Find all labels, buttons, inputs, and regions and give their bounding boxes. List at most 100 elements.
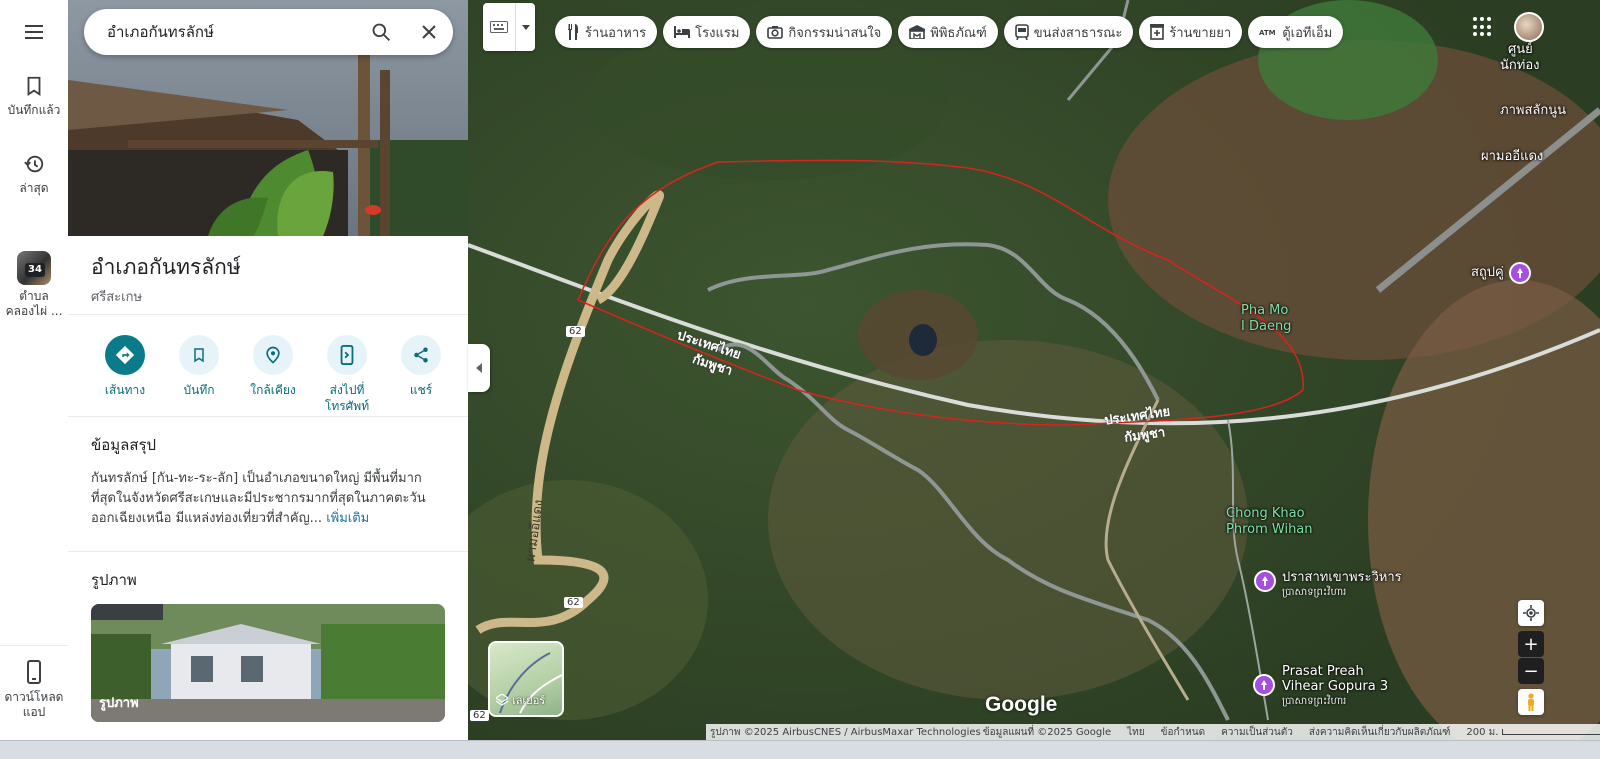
directions-button[interactable]: เส้นทาง — [88, 335, 162, 414]
close-icon — [422, 25, 436, 39]
share-icon — [414, 347, 428, 363]
recent-button[interactable]: ล่าสุด — [0, 153, 68, 196]
map-label-pha-mo-2[interactable]: I Daeng — [1241, 319, 1291, 334]
share-button[interactable]: แชร์ — [384, 335, 458, 414]
stupa-label[interactable]: สถูปคู่ — [1471, 265, 1504, 280]
prasat-poi-marker[interactable] — [1254, 570, 1276, 592]
download-app-button[interactable]: ดาวน์โหลด แอป — [0, 660, 68, 720]
zoom-out-button[interactable]: − — [1518, 658, 1544, 684]
restaurant-icon — [568, 24, 578, 40]
download-label-2: แอป — [22, 705, 46, 719]
my-location-button[interactable] — [1518, 600, 1544, 626]
gopura-label[interactable]: Prasat Preah Vihear Gopura 3 ប្រាសាទព្រះ… — [1282, 664, 1388, 709]
street-view-pegman[interactable] — [1518, 689, 1544, 715]
share-label: แชร์ — [409, 383, 433, 397]
saved-button[interactable]: บันทึกแล้ว — [0, 75, 68, 118]
map-label-top-right-2[interactable]: นักท่อง — [1500, 54, 1539, 75]
input-tools-button[interactable] — [483, 3, 535, 51]
chip-pharmacies[interactable]: ร้านขายยา — [1139, 16, 1243, 48]
search-box[interactable]: อำเภอกันทรลักษ์ — [84, 9, 453, 55]
divider — [68, 314, 468, 315]
recent-place-label-1: ตำบล — [19, 289, 49, 303]
map-label-chong-khao-2[interactable]: Phrom Wihan — [1226, 522, 1313, 537]
chip-restaurants[interactable]: ร้านอาหาร — [555, 16, 658, 48]
chip-transit[interactable]: ขนส่งสาธารณะ — [1003, 16, 1134, 48]
feedback-link[interactable]: ส่งความคิดเห็นเกี่ยวกับผลิตภัณฑ์ — [1309, 725, 1451, 740]
landmark-icon — [1262, 576, 1268, 586]
send-to-phone-label-2: โทรศัพท์ — [324, 399, 370, 413]
chip-label: ตู้เอทีเอ็ม — [1282, 25, 1333, 41]
side-rail: บันทึกแล้ว ล่าสุด 34 ตำบล คลองไผ่ ... ดา… — [0, 0, 69, 758]
country-link[interactable]: ไทย — [1127, 725, 1144, 740]
hero-photo[interactable]: อำเภอกันทรลักษ์ — [68, 0, 468, 236]
summary-text: กันทรลักษ์ [กัน-ทะ-ระ-ลัก] เป็นอำเภอขนาด… — [91, 469, 445, 529]
scale-bar[interactable]: 200 ม. — [1466, 725, 1600, 740]
map-label-pha-mo-1[interactable]: Pha Mo — [1241, 303, 1288, 318]
phone-icon — [27, 660, 41, 684]
apps-grid-button[interactable] — [1473, 17, 1493, 37]
divider — [68, 551, 468, 552]
pegman-icon — [1528, 693, 1534, 711]
send-to-phone-button[interactable]: ส่งไปที่ โทรศัพท์ — [310, 335, 384, 414]
clear-search-button[interactable] — [405, 9, 453, 55]
category-chips: ร้านอาหาร โรงแรม กิจกรรมน่าสนใจ พิพิธภัณ… — [555, 16, 1344, 48]
keyboard-icon — [483, 21, 515, 33]
imagery-attribution: รูปภาพ ©2025 AirbusCNES / AirbusMaxar Te… — [710, 726, 981, 738]
chip-label: โรงแรม — [695, 25, 740, 41]
action-row: เส้นทาง บันทึก ใกล้เคียง ส่งไปที่ โทรศัพ… — [88, 335, 458, 414]
chip-atms[interactable]: ATM ตู้เอทีเอ็ม — [1248, 16, 1344, 48]
dropdown-arrow-icon — [516, 24, 535, 30]
satellite-imagery — [468, 0, 1600, 758]
hotel-icon — [674, 26, 691, 38]
transit-icon — [1014, 24, 1029, 40]
recent-place-item[interactable]: 34 ตำบล คลองไผ่ ... — [0, 251, 68, 319]
place-subtitle[interactable]: ศรีสะเกษ — [91, 286, 142, 307]
layers-button[interactable]: เลเยอร์ — [488, 641, 564, 717]
search-input[interactable]: อำเภอกันทรลักษ์ — [84, 20, 357, 44]
zoom-in-button[interactable]: + — [1518, 631, 1544, 657]
chip-things-to-do[interactable]: กิจกรรมน่าสนใจ — [756, 16, 893, 48]
os-taskbar — [0, 740, 1600, 759]
map-label-chong-khao-1[interactable]: Chong Khao — [1226, 506, 1305, 521]
save-button[interactable]: บันทึก — [162, 335, 236, 414]
prasat-label-th: ปราสาทเขาพระวิหาร — [1282, 570, 1402, 585]
account-avatar[interactable] — [1514, 12, 1544, 42]
prasat-label[interactable]: ปราสาทเขาพระวิหาร ប្រាសាទព្រះវិហារ — [1282, 570, 1402, 600]
chip-label: ร้านขายยา — [1169, 25, 1232, 41]
camera-icon — [767, 26, 784, 39]
location-target-icon — [1523, 605, 1539, 621]
map-footer: รูปภาพ ©2025 AirbusCNES / AirbusMaxar Te… — [706, 724, 1600, 740]
photo-thumbnail[interactable]: รูปภาพ — [91, 604, 445, 722]
map-label-pha-mo-e-daeng[interactable]: ผามออีแดง — [1481, 145, 1543, 166]
chip-label: ร้านอาหาร — [585, 25, 647, 41]
map-label-pictures[interactable]: ภาพสลักนูน — [1500, 99, 1566, 120]
privacy-link[interactable]: ความเป็นส่วนตัว — [1221, 725, 1293, 740]
summary-body: กันทรลักษ์ [กัน-ทะ-ระ-ลัก] เป็นอำเภอขนาด… — [91, 471, 426, 526]
recent-place-badge: 34 — [25, 263, 45, 277]
more-link[interactable]: เพิ่มเติม — [326, 511, 369, 526]
collapse-panel-button[interactable] — [468, 344, 490, 392]
search-button[interactable] — [357, 9, 405, 55]
gopura-label-1: Prasat Preah — [1282, 664, 1364, 679]
gopura-poi-marker[interactable] — [1253, 674, 1275, 696]
download-label-1: ดาวน์โหลด — [4, 690, 64, 704]
summary-heading: ข้อมูลสรุป — [91, 436, 157, 454]
bookmark-icon — [27, 76, 41, 96]
svg-text:ATM: ATM — [1259, 29, 1276, 37]
rail-divider — [0, 645, 68, 646]
photo-label: รูปภาพ — [99, 696, 139, 711]
terms-link[interactable]: ข้อกำหนด — [1161, 725, 1205, 740]
landmark-icon — [1517, 268, 1523, 278]
chip-hotels[interactable]: โรงแรม — [663, 16, 751, 48]
satellite-map[interactable]: ศูนย์ นักท่อง ภาพสลักนูน ผามออีแดง Pha M… — [468, 0, 1600, 758]
search-icon — [372, 23, 390, 41]
nearby-button[interactable]: ใกล้เคียง — [236, 335, 310, 414]
gopura-label-2: Vihear Gopura 3 — [1282, 679, 1389, 694]
map-data-attribution: ข้อมูลแผนที่ ©2025 Google — [982, 726, 1112, 738]
menu-button[interactable] — [16, 18, 52, 46]
road-shield-62: 62 — [566, 326, 585, 337]
stupa-poi-marker[interactable] — [1509, 262, 1531, 284]
chip-museums[interactable]: พิพิธภัณฑ์ — [898, 16, 998, 48]
recent-place-label-2: คลองไผ่ ... — [5, 304, 63, 318]
directions-label: เส้นทาง — [104, 383, 146, 397]
